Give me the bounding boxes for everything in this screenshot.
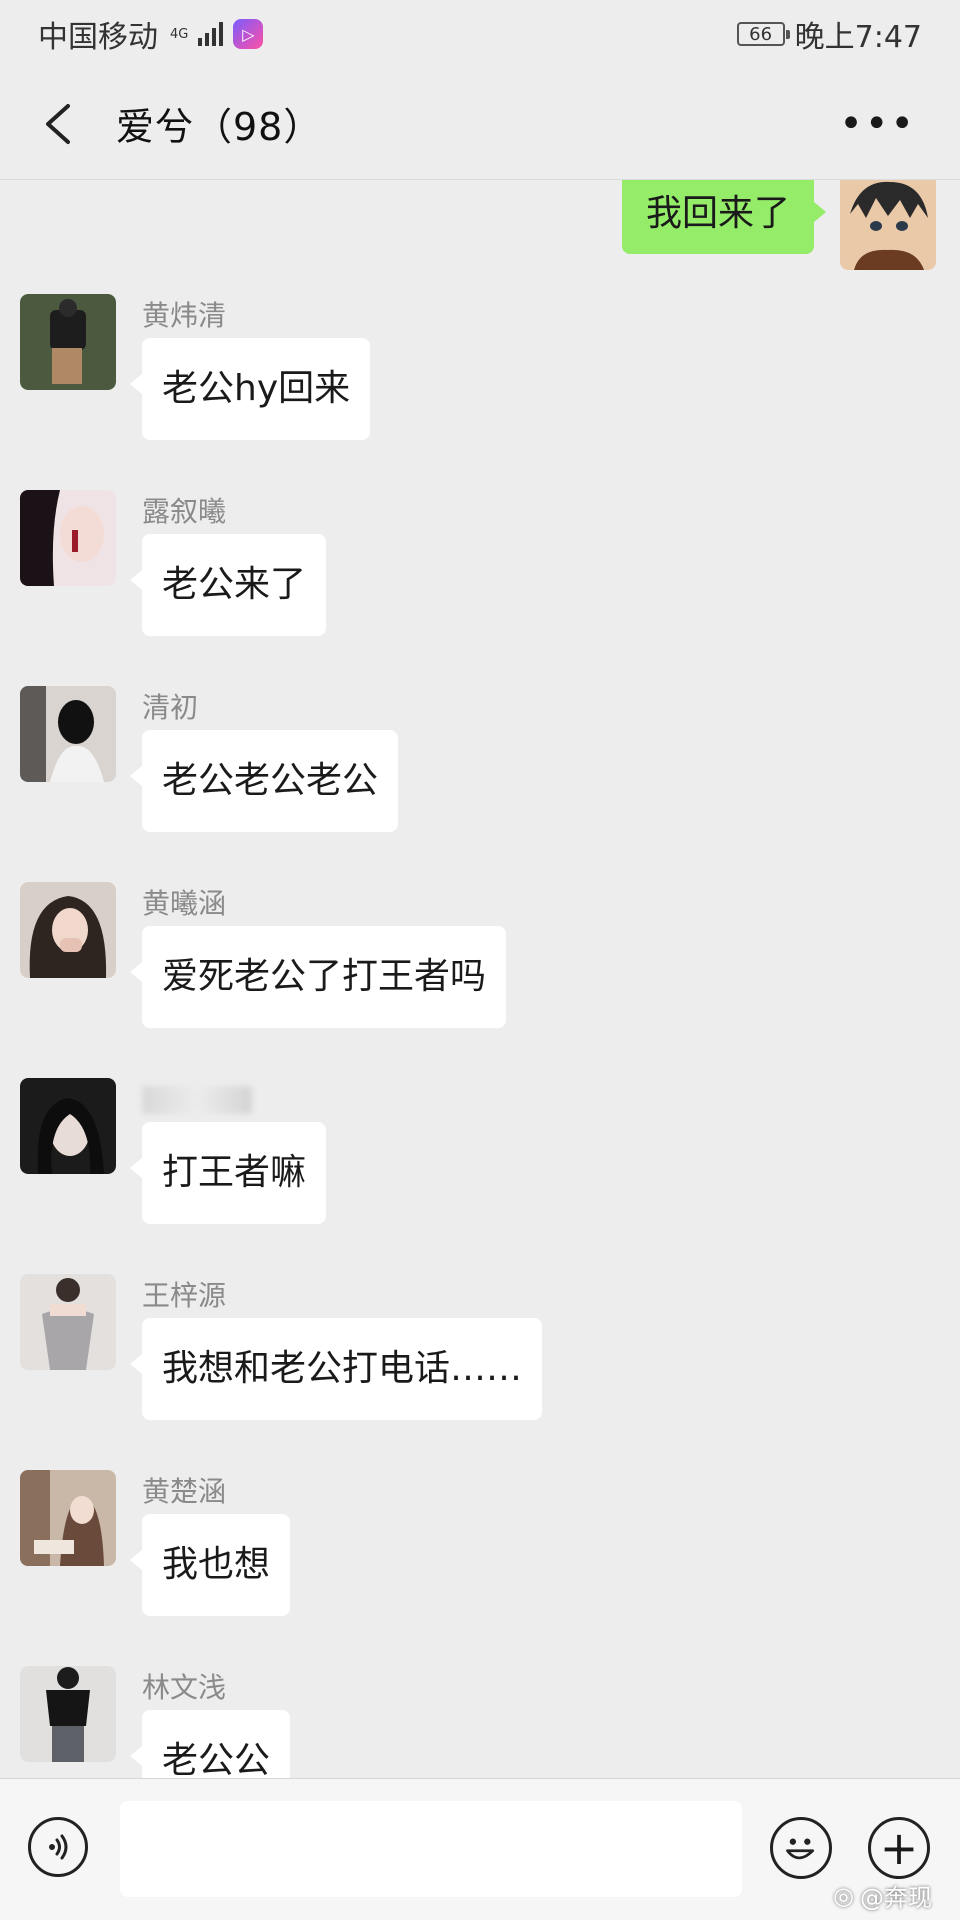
message-bubble[interactable]: 爱死老公了打王者吗: [129, 926, 507, 1028]
message-input[interactable]: [120, 1801, 742, 1897]
message-bubble[interactable]: 老公公: [129, 1710, 291, 1778]
message-body: 黄曦涵 爱死老公了打王者吗: [129, 882, 507, 1028]
network-type: 4G: [170, 26, 189, 42]
message-bubble[interactable]: 打王者嘛: [129, 1122, 327, 1224]
message-body: 黄炜清 老公hy回来: [129, 294, 371, 440]
chat-message: 打王者嘛: [20, 1078, 327, 1224]
message-list[interactable]: 我回来了 黄炜清 老公hy回来 露叙曦 老公来了 清初 老公老公老公 黄曦涵 爱…: [0, 180, 960, 1778]
message-bubble[interactable]: 老公老公老公: [129, 730, 399, 832]
message-body: 露叙曦 老公来了: [129, 490, 327, 636]
signal-icon: [198, 22, 224, 46]
sender-avatar[interactable]: [20, 294, 116, 390]
weibo-logo-icon: ◎: [833, 1881, 854, 1910]
chat-message: 王梓源 我想和老公打电话……: [20, 1274, 543, 1420]
my-avatar[interactable]: [840, 180, 936, 270]
battery-level: 66: [749, 23, 773, 45]
message-body: 林文浅 老公公: [129, 1666, 291, 1778]
chat-message: 清初 老公老公老公: [20, 686, 399, 832]
sender-avatar[interactable]: [20, 686, 116, 782]
sender-name: 黄曦涵: [142, 887, 227, 920]
sender-avatar[interactable]: [20, 882, 116, 978]
message-body: 清初 老公老公老公: [129, 686, 399, 832]
sender-name-redacted: [142, 1086, 252, 1114]
message-bubble[interactable]: 我想和老公打电话……: [129, 1318, 543, 1420]
message-body: 黄楚涵 我也想: [129, 1470, 291, 1616]
sender-avatar[interactable]: [20, 1078, 116, 1174]
message-body: 打王者嘛: [129, 1078, 327, 1224]
message-body: 王梓源 我想和老公打电话……: [129, 1274, 543, 1420]
chat-message: 黄楚涵 我也想: [20, 1470, 291, 1616]
clock: 晚上7:47: [794, 20, 922, 55]
sender-name: 露叙曦: [142, 495, 227, 528]
chat-title: 爱兮（98）: [116, 105, 323, 149]
input-bar: +: [0, 1778, 960, 1920]
message-bubble[interactable]: 我也想: [129, 1514, 291, 1616]
watermark-text: @奔现: [860, 1884, 932, 1912]
status-bar: 中国移动 4G ▷ 66 晚上7:47: [0, 0, 960, 68]
plus-icon[interactable]: +: [868, 1817, 930, 1879]
sender-name: 黄炜清: [142, 299, 227, 332]
video-app-icon: ▷: [233, 19, 264, 49]
chat-message: 黄曦涵 爱死老公了打王者吗: [20, 882, 507, 1028]
emoji-icon[interactable]: [770, 1817, 832, 1879]
sender-name: 林文浅: [142, 1671, 227, 1704]
sender-name: 清初: [142, 691, 199, 724]
sender-avatar[interactable]: [20, 1666, 116, 1762]
weibo-watermark: ◎ @奔现: [833, 1878, 932, 1913]
chat-message: 黄炜清 老公hy回来: [20, 294, 371, 440]
message-bubble[interactable]: 老公来了: [129, 534, 327, 636]
chat-header: 爱兮（98） •••: [0, 68, 960, 180]
status-right: 66 晚上7:47: [736, 12, 922, 56]
sender-avatar[interactable]: [20, 1274, 116, 1370]
sender-avatar[interactable]: [20, 1470, 116, 1566]
sender-name: 黄楚涵: [142, 1475, 227, 1508]
voice-input-icon[interactable]: [28, 1817, 88, 1877]
sender-name: 王梓源: [142, 1279, 227, 1312]
status-left: 中国移动 4G ▷: [38, 12, 264, 56]
carrier-name: 中国移动: [38, 20, 158, 55]
my-message: 我回来了: [621, 180, 936, 270]
sender-avatar[interactable]: [20, 490, 116, 586]
back-arrow-icon[interactable]: [40, 102, 80, 146]
chat-message: 林文浅 老公公: [20, 1666, 291, 1778]
message-bubble[interactable]: 老公hy回来: [129, 338, 371, 440]
chat-message: 露叙曦 老公来了: [20, 490, 327, 636]
more-options-icon[interactable]: •••: [839, 104, 916, 144]
my-message-bubble[interactable]: 我回来了: [621, 180, 827, 254]
battery-icon: 66: [736, 22, 790, 46]
sound-wave-icon: [49, 1834, 68, 1860]
